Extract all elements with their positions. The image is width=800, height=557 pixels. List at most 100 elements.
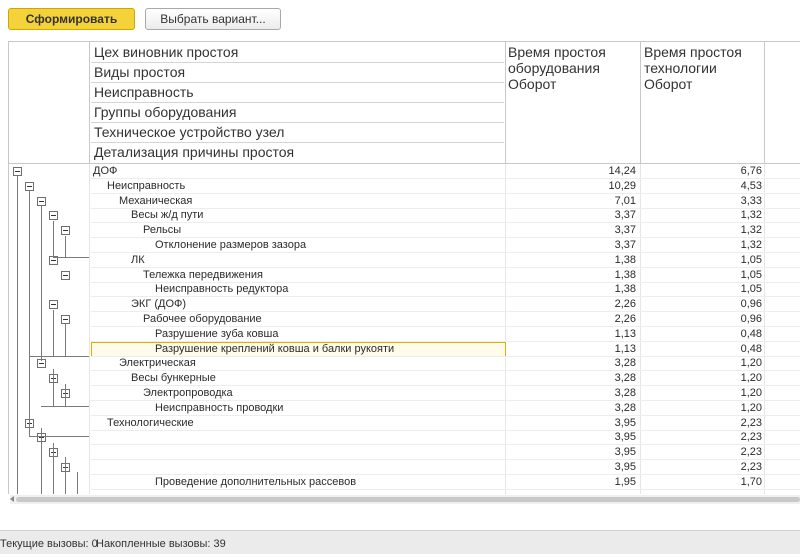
collapse-icon[interactable] bbox=[13, 167, 22, 176]
row-label: Проведение дополнительных рассевов bbox=[155, 476, 357, 488]
value-equipment: 3,28 bbox=[614, 387, 636, 399]
row-label: Тележка передвижения bbox=[143, 269, 263, 281]
value-technology: 4,53 bbox=[740, 180, 762, 192]
table-row[interactable]: Отклонение размеров зазора 3,37 1,32 bbox=[9, 238, 800, 253]
table-row[interactable]: Электрическая 3,28 1,20 bbox=[9, 356, 800, 371]
value-technology: 2,23 bbox=[740, 431, 762, 443]
value-technology: 1,20 bbox=[740, 387, 762, 399]
value-technology: 2,23 bbox=[740, 417, 762, 429]
collapse-icon[interactable] bbox=[61, 271, 70, 280]
table-row[interactable]: Рельсы 3,37 1,32 bbox=[9, 223, 800, 238]
table-row[interactable]: Электропроводка 3,28 1,20 bbox=[9, 386, 800, 401]
table-row[interactable]: Неисправность редуктора 1,38 1,05 bbox=[9, 282, 800, 297]
value-equipment: 3,95 bbox=[614, 446, 636, 458]
grouping-label: Техническое устройство узел bbox=[94, 124, 285, 140]
toolbar: Сформировать Выбрать вариант... bbox=[0, 0, 800, 40]
collapse-icon[interactable] bbox=[37, 197, 46, 206]
value-technology: 1,32 bbox=[740, 224, 762, 236]
table-row[interactable]: ДОФ 14,24 6,76 bbox=[9, 164, 800, 179]
row-label: ЛК bbox=[131, 254, 145, 266]
value-equipment: 3,95 bbox=[614, 417, 636, 429]
table-row[interactable]: Разрушение креплений ковша и балки рукоя… bbox=[9, 342, 800, 357]
value-equipment: 10,29 bbox=[608, 180, 636, 192]
value-equipment: 3,28 bbox=[614, 402, 636, 414]
value-technology: 1,05 bbox=[740, 283, 762, 295]
row-label: Неисправность проводки bbox=[155, 402, 284, 414]
row-label: Весы бункерные bbox=[131, 372, 216, 384]
value-equipment: 3,37 bbox=[614, 209, 636, 221]
table-row[interactable]: Неисправность проводки 3,28 1,20 bbox=[9, 401, 800, 416]
row-label: Весы ж/д пути bbox=[131, 209, 204, 221]
value-technology: 6,76 bbox=[740, 165, 762, 177]
value-technology: 2,23 bbox=[740, 461, 762, 473]
collapse-icon[interactable] bbox=[61, 226, 70, 235]
value-technology: 1,20 bbox=[740, 357, 762, 369]
value-technology: 1,20 bbox=[740, 402, 762, 414]
table-row[interactable]: Весы бункерные 3,28 1,20 bbox=[9, 371, 800, 386]
value-equipment: 3,28 bbox=[614, 357, 636, 369]
value-technology: 1,05 bbox=[740, 269, 762, 281]
value-equipment: 1,38 bbox=[614, 269, 636, 281]
row-label: Электрическая bbox=[119, 357, 196, 369]
column-header-equipment: Время простоя оборудования Оборот bbox=[508, 44, 606, 92]
table-row[interactable]: Технологические 3,95 2,23 bbox=[9, 416, 800, 431]
scroll-left-icon[interactable] bbox=[10, 496, 14, 502]
report-spreadsheet[interactable]: Цех виновник простоя Виды простоя Неиспр… bbox=[8, 41, 800, 494]
value-technology: 1,20 bbox=[740, 372, 762, 384]
collapse-icon[interactable] bbox=[49, 211, 58, 220]
row-label: ДОФ bbox=[93, 165, 118, 177]
grouping-label: Виды простоя bbox=[94, 64, 186, 80]
value-equipment: 3,37 bbox=[614, 239, 636, 251]
value-equipment: 3,95 bbox=[614, 461, 636, 473]
value-equipment: 1,38 bbox=[614, 283, 636, 295]
row-label: Механическая bbox=[119, 195, 193, 207]
value-equipment: 1,13 bbox=[614, 328, 636, 340]
value-equipment: 2,26 bbox=[614, 298, 636, 310]
table-row[interactable]: 3,95 2,23 bbox=[9, 430, 800, 445]
value-technology: 1,32 bbox=[740, 209, 762, 221]
table-row[interactable]: ЭКГ (ДОФ) 2,26 0,96 bbox=[9, 297, 800, 312]
grouping-label: Цех виновник простоя bbox=[94, 44, 239, 60]
generate-button[interactable]: Сформировать bbox=[8, 8, 135, 30]
horizontal-scrollbar[interactable] bbox=[10, 495, 800, 504]
value-technology: 1,70 bbox=[740, 476, 762, 488]
table-row[interactable]: Проведение дополнительных рассевов 1,95 1,… bbox=[9, 475, 800, 490]
row-label: Разрушение зуба ковша bbox=[155, 328, 279, 340]
grouping-label: Детализация причины простоя bbox=[94, 144, 295, 160]
value-equipment: 1,95 bbox=[614, 476, 636, 488]
row-label: Рельсы bbox=[143, 224, 182, 236]
grouping-label: Неисправность bbox=[94, 84, 194, 100]
table-row[interactable]: Разрушение зуба ковша 1,13 0,48 bbox=[9, 327, 800, 342]
value-technology: 0,48 bbox=[740, 343, 762, 355]
value-equipment: 3,37 bbox=[614, 224, 636, 236]
collapse-icon[interactable] bbox=[25, 182, 34, 191]
collapse-icon[interactable] bbox=[61, 315, 70, 324]
value-technology: 3,33 bbox=[740, 195, 762, 207]
row-label: Электропроводка bbox=[143, 387, 233, 399]
value-technology: 0,96 bbox=[740, 298, 762, 310]
collapse-icon[interactable] bbox=[49, 300, 58, 309]
choose-variant-button[interactable]: Выбрать вариант... bbox=[145, 8, 281, 30]
row-label: ЭКГ (ДОФ) bbox=[131, 298, 187, 310]
value-equipment: 14,24 bbox=[608, 165, 636, 177]
value-equipment: 3,95 bbox=[614, 431, 636, 443]
table-row[interactable]: Рабочее оборудование 2,26 0,96 bbox=[9, 312, 800, 327]
table-row[interactable]: 3,95 2,23 bbox=[9, 460, 800, 475]
table-row[interactable]: Тележка передвижения 1,38 1,05 bbox=[9, 268, 800, 283]
table-row[interactable]: ЛК 1,38 1,05 bbox=[9, 253, 800, 268]
row-label: Разрушение креплений ковша и балки рукоя… bbox=[155, 343, 395, 355]
scrollbar-thumb[interactable] bbox=[16, 497, 800, 502]
value-equipment: 1,13 bbox=[614, 343, 636, 355]
accumulated-calls: Накопленные вызовы: 39 bbox=[96, 538, 226, 550]
table-row[interactable]: Механическая 7,01 3,33 bbox=[9, 194, 800, 209]
table-row[interactable]: 3,95 2,23 bbox=[9, 445, 800, 460]
value-equipment: 7,01 bbox=[614, 195, 636, 207]
report-header: Цех виновник простоя Виды простоя Неиспр… bbox=[9, 42, 800, 164]
value-equipment: 3,28 bbox=[614, 372, 636, 384]
status-bar: Текущие вызовы: 0 Накопленные вызовы: 39 bbox=[0, 530, 800, 554]
table-row[interactable]: Весы ж/д пути 3,37 1,32 bbox=[9, 208, 800, 223]
table-row[interactable]: Неисправность 10,29 4,53 bbox=[9, 179, 800, 194]
row-label: Рабочее оборудование bbox=[143, 313, 262, 325]
current-calls: Текущие вызовы: 0 bbox=[0, 538, 98, 550]
value-technology: 0,96 bbox=[740, 313, 762, 325]
